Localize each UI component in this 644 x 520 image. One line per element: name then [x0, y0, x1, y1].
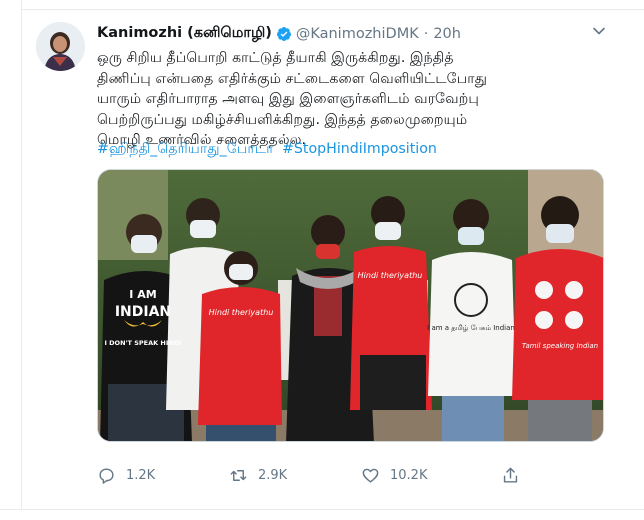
- retweet-button[interactable]: 2.9K: [229, 464, 287, 486]
- shirt-text: Hindi theriyathu: [209, 308, 274, 317]
- tweet-header: Kanimozhi (கனிமொழி) @KanimozhiDMK · 20h: [97, 24, 461, 44]
- tweet-text: ஒரு சிறிய தீப்பொறி காட்டுத் தீயாகி இருக்…: [97, 48, 612, 151]
- shirt-text: Hindi theriyathu: [358, 271, 423, 280]
- share-icon: [503, 467, 518, 483]
- hashtag-link[interactable]: #StopHindiImposition: [282, 141, 437, 157]
- like-button[interactable]: 10.2K: [361, 464, 427, 486]
- window-top-edge: [0, 0, 644, 10]
- heart-icon: [362, 468, 379, 483]
- separator-dot: ·: [423, 26, 429, 42]
- verified-badge-icon: [276, 27, 291, 41]
- window-bottom-edge: [0, 509, 644, 520]
- share-button[interactable]: [501, 464, 530, 486]
- reply-icon: [99, 467, 114, 484]
- tweet-text-line: யாரும் எதிர்பாராத அளவு இது இளைஞர்களிடம் …: [97, 91, 479, 107]
- tweet-text-line: பெற்றிருப்பது மகிழ்ச்சியளிக்கிறது. இந்தத…: [97, 111, 468, 128]
- reply-count: 1.2K: [126, 467, 156, 483]
- shirt-text: INDIAN: [115, 304, 171, 320]
- chevron-down-icon[interactable]: [592, 24, 606, 38]
- shirt-text: Tamil speaking Indian: [522, 342, 598, 350]
- shirt-text: I DON'T SPEAK HINDI: [104, 339, 181, 347]
- shirt-text: I am a தமிழ் பேசும் Indian: [427, 324, 515, 332]
- display-name[interactable]: Kanimozhi (கனிமொழி): [97, 25, 272, 43]
- retweet-icon: [230, 469, 247, 481]
- group-photo: I AM INDIAN I DON'T SPEAK HINDI Hindi th…: [98, 170, 603, 441]
- hashtag-row: #ஹிந்தி_தெரியாது_போடா #StopHindiImpositi…: [97, 139, 441, 159]
- tweet-text-line: திணிப்பு என்பதை எதிர்க்கும் சட்டைகளை வெள…: [97, 70, 488, 87]
- avatar-image: [36, 22, 85, 71]
- retweet-count: 2.9K: [258, 467, 288, 483]
- timestamp[interactable]: 20h: [433, 26, 461, 42]
- tweet-text-line: ஒரு சிறிய தீப்பொறி காட்டுத் தீயாகி இருக்…: [97, 50, 454, 66]
- like-count: 10.2K: [390, 467, 428, 483]
- hashtag-link[interactable]: #ஹிந்தி_தெரியாது_போடா: [97, 141, 274, 157]
- tweet-actions: 1.2K 2.9K 10.2K: [97, 464, 527, 486]
- reply-button[interactable]: 1.2K: [97, 464, 155, 486]
- shirt-text: I AM: [129, 288, 156, 301]
- avatar[interactable]: [36, 22, 85, 71]
- user-handle[interactable]: @KanimozhiDMK: [296, 26, 419, 42]
- tweet-photo[interactable]: I AM INDIAN I DON'T SPEAK HINDI Hindi th…: [97, 169, 604, 442]
- window-left-edge: [0, 0, 22, 520]
